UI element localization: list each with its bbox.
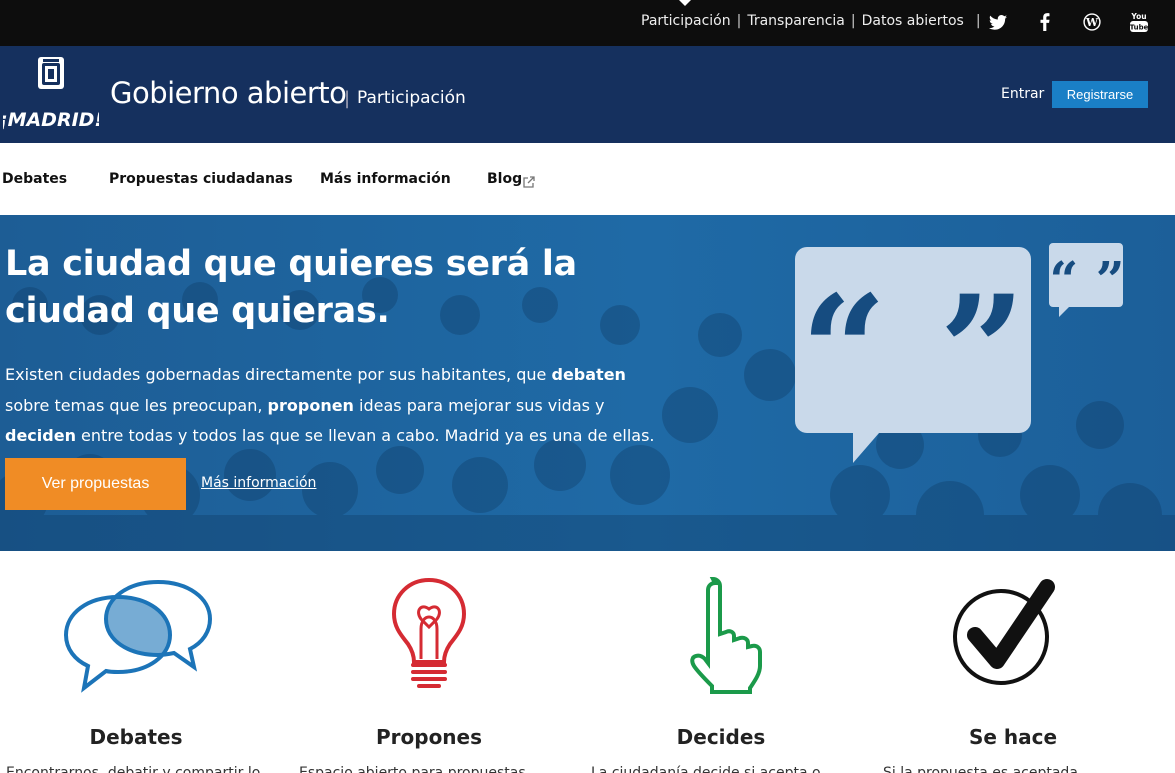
hero-bold-deciden: deciden [5,426,76,445]
debate-bubbles-icon [63,579,213,693]
svg-text:You: You [1130,12,1146,21]
hero-text-1: Existen ciudades gobernadas directamente… [5,365,552,384]
site-subtitle: Participación [357,88,466,108]
register-button[interactable]: Registrarse [1052,81,1148,108]
hero-text-4: entre todas y todos las que se llevan a … [75,426,655,445]
top-links: Participación | Transparencia | Datos ab… [641,13,987,29]
hero-text-3: ideas para mejorar sus vidas y [353,395,605,415]
hero-banner: La ciudad que quieres será la ciudad que… [0,215,1175,551]
checkmark-icon [953,579,1055,685]
lightbulb-icon [391,577,467,688]
feature-title-se-hace: Se hace [968,725,1058,749]
nav-item-debates[interactable]: Debates [2,171,67,187]
active-caret [679,0,691,6]
top-separator: | [736,13,742,29]
feature-title-decides: Decides [676,725,766,749]
madrid-logo[interactable]: ¡MADRID! [0,54,103,134]
hero-text-2: sobre temas que les preocupan, [5,395,268,415]
nav-item-blog-label: Blog [487,171,523,187]
youtube-icon[interactable]: You Tube [1128,10,1150,34]
more-info-link[interactable]: Más información [201,475,316,491]
feature-debates: Debates Encontrarnos, debatir y comparti… [6,575,260,773]
hero-bold-debaten: debaten [551,365,626,384]
svg-text:Tube: Tube [1130,24,1149,32]
svg-text:W: W [1085,16,1099,29]
feature-se-hace: Se hace Si la propuesta es aceptada [883,575,1133,773]
svg-text:“ ”: “ ” [801,263,1026,439]
feature-text-se-hace: Si la propuesta es aceptada [883,765,1078,773]
nav-item-blog[interactable]: Blog [487,171,522,187]
view-proposals-button[interactable]: Ver propuestas [5,458,186,510]
facebook-icon[interactable] [1038,10,1052,34]
top-separator: | [975,13,981,29]
feature-text-debates: Encontrarnos, debatir y compartir lo [6,765,261,773]
top-link-participacion[interactable]: Participación [641,13,731,29]
site-title: Gobierno abierto [110,76,347,110]
external-link-icon [522,174,535,193]
feature-text-decides: La ciudadanía decide si acepta o [591,765,821,773]
feature-propones: Propones Espacio abierto para propuestas [299,575,549,773]
title-separator: | [344,88,351,109]
feature-text-propones: Espacio abierto para propuestas [299,765,526,773]
pointing-hand-icon [690,576,762,694]
svg-text:“ ”: “ ” [1050,250,1125,309]
nav-item-propuestas[interactable]: Propuestas ciudadanas [109,171,293,187]
top-separator: | [850,13,856,29]
feature-title-propones: Propones [375,725,483,749]
hero-description: Existen ciudades gobernadas directamente… [5,360,655,452]
svg-text:¡MADRID!: ¡MADRID! [3,109,99,131]
feature-decides: Decides La ciudadanía decide si acepta o [591,575,841,773]
wordpress-icon[interactable]: W [1082,10,1102,34]
feature-title-debates: Debates [89,725,183,749]
login-link[interactable]: Entrar [1001,86,1044,102]
twitter-icon[interactable] [988,10,1008,34]
top-link-datos-abiertos[interactable]: Datos abiertos [862,13,964,29]
site-header: ¡MADRID! Gobierno abierto | Participació… [0,46,1175,143]
hero-bold-proponen: proponen [267,395,354,415]
quote-bubbles-icon: “ ” “ ” [795,243,1125,463]
top-bar: Participación | Transparencia | Datos ab… [0,0,1175,46]
nav-item-mas-informacion[interactable]: Más información [320,171,451,187]
hero-title: La ciudad que quieres será la ciudad que… [5,244,577,331]
top-link-transparencia[interactable]: Transparencia [747,13,845,29]
main-nav: Debates Propuestas ciudadanas Más inform… [0,143,1175,215]
